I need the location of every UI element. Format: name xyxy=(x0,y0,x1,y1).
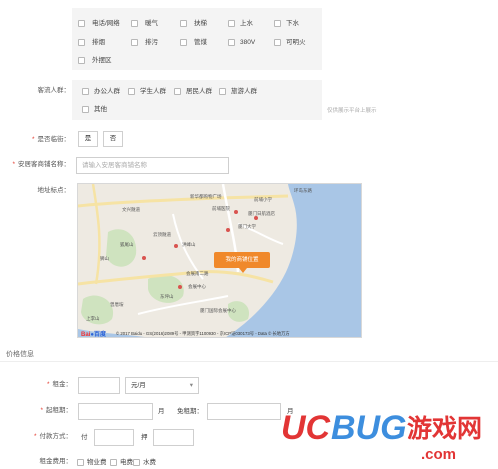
facility-checkbox[interactable] xyxy=(78,57,85,64)
lease-input[interactable] xyxy=(78,403,153,420)
rent-unit-value: 元/月 xyxy=(131,382,146,389)
map-place: 会展南二路 xyxy=(186,271,209,276)
payment-label: * 付款方式： xyxy=(33,433,72,440)
customers-label: 客流人群： xyxy=(37,87,71,94)
poi-marker xyxy=(226,228,230,232)
customer-label: 旅游人群 xyxy=(231,88,257,95)
chevron-down-icon: ▾ xyxy=(189,382,193,389)
customers-hint: 仅供展示平台上展示 xyxy=(327,108,377,114)
facility-checkbox[interactable] xyxy=(78,20,85,27)
map-place: 新华都购物广场 xyxy=(190,194,222,199)
fee-label: 电费 xyxy=(120,459,133,466)
map-place: 会展中心 xyxy=(188,284,206,289)
fees-label: 租金费用： xyxy=(39,458,73,465)
map-copyright: © 2017 Baidu - GS(2016)2089号 - 甲测资字11009… xyxy=(116,331,290,336)
yes-button[interactable]: 是 xyxy=(78,131,98,147)
map-place: 环岛东路 xyxy=(294,188,312,193)
shop-name-input[interactable]: 请输入安居客商铺名称 xyxy=(76,157,229,174)
watermark-bug: BUG xyxy=(331,409,407,447)
map-place: 曾厝垵 xyxy=(110,302,124,307)
poi-marker xyxy=(142,256,146,260)
facility-label: 下水 xyxy=(286,20,299,27)
pay-months-input[interactable] xyxy=(94,429,134,446)
map-place: 上李山 xyxy=(86,316,100,321)
map-place: 文兴隧道 xyxy=(122,207,140,212)
poi-marker xyxy=(254,216,258,220)
deposit-label: 押 xyxy=(141,434,148,441)
poi-marker xyxy=(174,244,178,248)
customer-label: 居民人群 xyxy=(186,88,212,95)
customer-label: 其他 xyxy=(94,106,107,113)
fee-checkbox[interactable] xyxy=(77,459,84,466)
map-place: 狐尾山 xyxy=(120,242,134,247)
facility-checkbox[interactable] xyxy=(180,20,187,27)
lease-unit: 月 xyxy=(158,408,165,415)
watermark-uc: UC xyxy=(281,409,331,447)
map-place: 狮山 xyxy=(100,256,109,261)
rent-label: * 租金： xyxy=(46,381,72,388)
facility-label: 扶梯 xyxy=(194,20,207,27)
deposit-months-input[interactable] xyxy=(153,429,194,446)
customer-label: 办公人群 xyxy=(94,88,120,95)
map-place: 厦门国际会展中心 xyxy=(200,308,236,313)
map-place: 前埔医院 xyxy=(212,206,230,211)
facility-label: 暖气 xyxy=(145,20,158,27)
customer-checkbox[interactable] xyxy=(128,88,135,95)
location-marker-pointer xyxy=(239,268,247,273)
shop-name-label: * 安居客商铺名称： xyxy=(12,161,70,168)
watermark-cn: 游戏网 xyxy=(407,414,483,443)
customer-label: 学生人群 xyxy=(140,88,166,95)
map-place: 洪峰山 xyxy=(182,242,196,247)
map-widget[interactable]: 文兴隧道 新华都购物广场 前埔小学 前埔医院 厦门日航酒店 厦门大学 云顶隧道 … xyxy=(77,183,362,338)
facility-checkbox[interactable] xyxy=(78,39,85,46)
rent-unit-select[interactable]: 元/月 ▾ xyxy=(125,377,199,394)
facility-checkbox[interactable] xyxy=(180,39,187,46)
customer-checkbox[interactable] xyxy=(82,88,89,95)
map-place: 前埔小学 xyxy=(254,197,272,202)
poi-marker xyxy=(178,285,182,289)
map-place: 云顶隧道 xyxy=(153,232,171,237)
street-facing-label: * 是否临街： xyxy=(31,136,70,143)
facility-label: 380V xyxy=(240,39,256,46)
baidu-logo: Bai●百度 xyxy=(81,332,106,338)
fee-checkbox[interactable] xyxy=(110,459,117,466)
facility-checkbox[interactable] xyxy=(274,20,281,27)
price-section-title: 价格信息 xyxy=(6,351,34,358)
facility-checkbox[interactable] xyxy=(274,39,281,46)
facility-label: 电话/网络 xyxy=(92,20,120,27)
facility-checkbox[interactable] xyxy=(131,39,138,46)
free-period-input[interactable] xyxy=(207,403,281,420)
facility-checkbox[interactable] xyxy=(228,39,235,46)
map-place: 东坪山 xyxy=(160,294,174,299)
facility-checkbox[interactable] xyxy=(131,20,138,27)
lease-label: * 起租期： xyxy=(40,407,72,414)
poi-marker xyxy=(234,210,238,214)
no-button[interactable]: 否 xyxy=(103,131,123,147)
customers-panel xyxy=(72,80,322,120)
facility-label: 外摆区 xyxy=(92,57,112,64)
facility-label: 上水 xyxy=(240,20,253,27)
section-divider xyxy=(0,361,498,362)
rent-input[interactable] xyxy=(78,377,120,394)
pay-label: 付 xyxy=(81,434,88,441)
facility-label: 可明火 xyxy=(286,39,306,46)
map-place: 厦门日航酒店 xyxy=(248,211,275,216)
facility-label: 排污 xyxy=(145,39,158,46)
customer-checkbox[interactable] xyxy=(219,88,226,95)
facility-label: 排烟 xyxy=(92,39,105,46)
ucbug-watermark: UC BUG 游戏网 .com xyxy=(281,408,496,466)
map-place: 厦门大学 xyxy=(238,224,256,229)
free-period-label: 免租期： xyxy=(177,408,203,415)
location-marker-label: 我的商铺位置 xyxy=(225,257,259,263)
customer-checkbox[interactable] xyxy=(174,88,181,95)
fee-checkbox[interactable] xyxy=(133,459,140,466)
customer-checkbox[interactable] xyxy=(82,106,89,113)
location-marker[interactable]: 我的商铺位置 xyxy=(214,252,270,268)
fee-label: 水费 xyxy=(143,459,156,466)
map-label: 地址标点： xyxy=(37,187,71,194)
watermark-com: .com xyxy=(421,446,457,463)
facility-label: 管煤 xyxy=(194,39,207,46)
fee-label: 物业费 xyxy=(87,459,107,466)
facility-checkbox[interactable] xyxy=(228,20,235,27)
